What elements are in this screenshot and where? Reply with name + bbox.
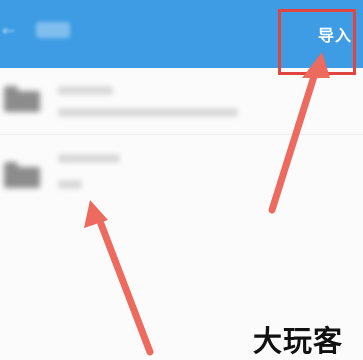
header-title-blurred — [36, 22, 70, 38]
list-item-title-blurred — [58, 86, 113, 95]
arrow-to-folder — [84, 200, 154, 356]
list-divider — [0, 134, 363, 135]
back-arrow-icon[interactable]: ← — [2, 23, 16, 39]
list-item-subtitle-blurred — [58, 180, 82, 189]
folder-icon — [4, 86, 40, 112]
watermark-text: 大玩客 — [253, 324, 344, 358]
arrow-to-import — [268, 52, 330, 214]
highlight-box — [278, 9, 356, 75]
folder-icon — [4, 162, 40, 188]
list-item-subtitle-blurred — [58, 108, 238, 117]
list-item-title-blurred — [58, 154, 120, 163]
